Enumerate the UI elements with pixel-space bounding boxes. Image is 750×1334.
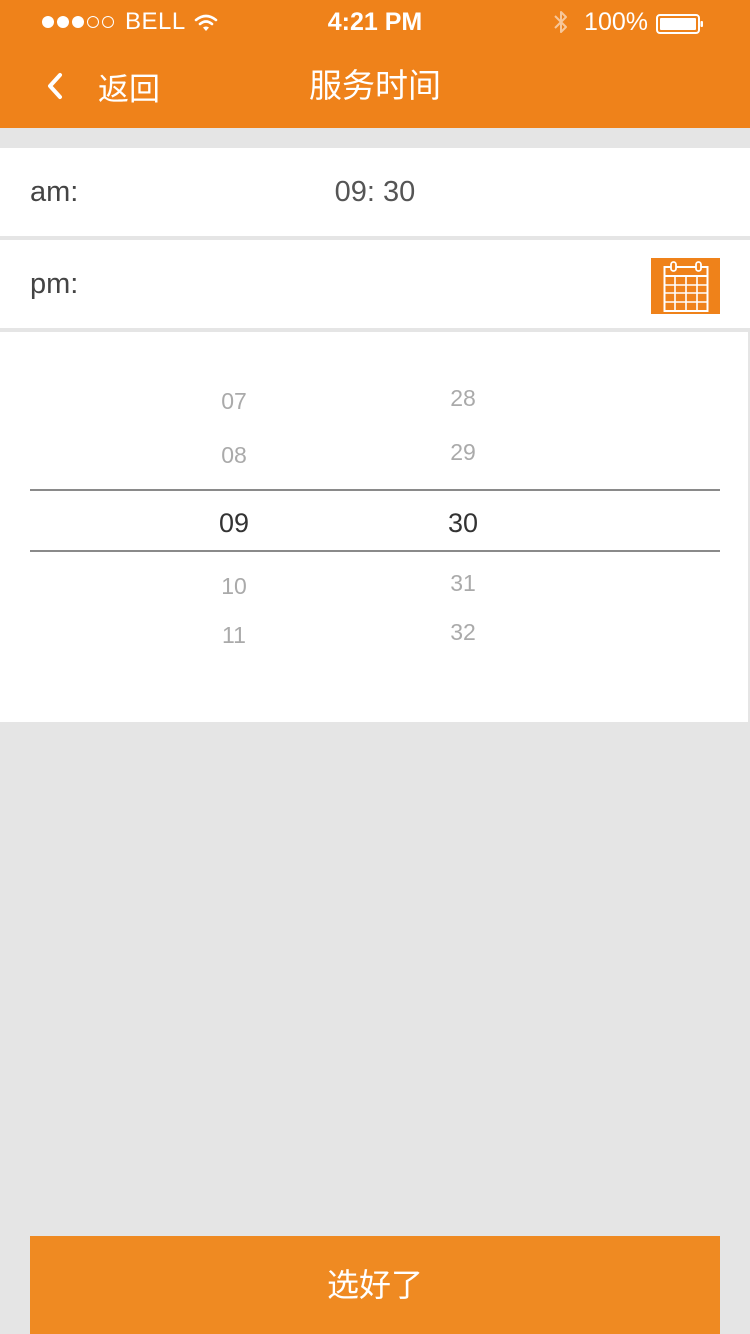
time-picker[interactable]: 07 08 09 10 11 28 29 30 31 32 [0,332,748,722]
top-header: BELL 4:21 PM 100% 返回 服务时间 [0,0,750,128]
picker-option-hour[interactable]: 07 [184,388,284,415]
status-bar: BELL 4:21 PM 100% [0,0,750,44]
confirm-button[interactable]: 选好了 [30,1236,720,1334]
calendar-button[interactable] [651,258,720,314]
battery-percentage: 100% [584,7,648,36]
picker-option-minute[interactable]: 29 [413,439,513,466]
picker-option-hour[interactable]: 10 [184,573,284,600]
picker-option-hour[interactable]: 08 [184,442,284,469]
picker-selection-top-line [30,489,720,491]
am-time-value: 09: 30 [334,176,416,208]
status-right: 100% [552,8,704,36]
picker-option-minute[interactable]: 32 [413,619,513,646]
page-title: 服务时间 [309,67,441,104]
calendar-icon [663,261,709,312]
picker-option-minute[interactable]: 28 [413,385,513,412]
am-time-row[interactable]: am: 09: 30 [0,148,750,236]
pm-label: pm: [30,268,79,300]
picker-selected-minute[interactable]: 30 [413,508,513,539]
picker-option-minute[interactable]: 31 [413,570,513,597]
pm-time-row[interactable]: pm: [0,240,750,328]
picker-selection-bottom-line [30,550,720,552]
bluetooth-icon [552,9,570,35]
picker-option-hour[interactable]: 11 [184,622,284,649]
hour-wheel[interactable]: 07 08 09 10 11 [184,332,284,722]
nav-bar: 返回 服务时间 [0,44,750,128]
picker-selected-hour[interactable]: 09 [184,508,284,539]
battery-icon [656,12,704,34]
minute-wheel[interactable]: 28 29 30 31 32 [413,332,513,722]
